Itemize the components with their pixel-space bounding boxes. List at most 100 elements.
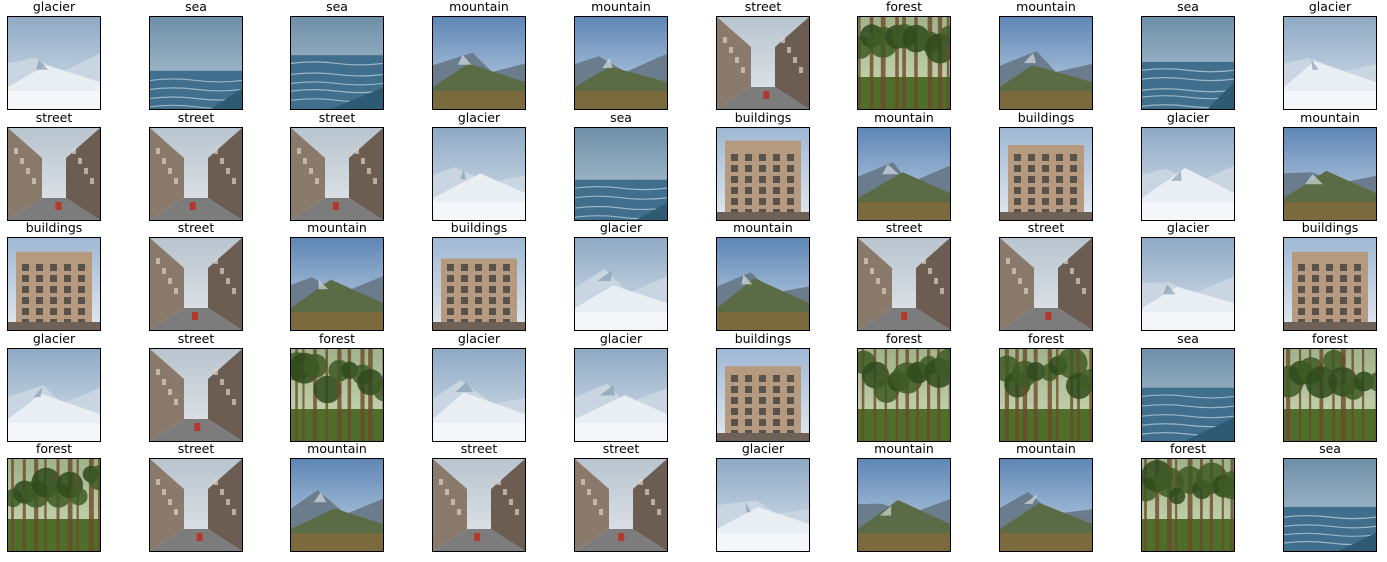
gallery-cell: mountain: [857, 442, 951, 553]
scene-thumbnail: [432, 348, 526, 442]
image-label: mountain: [307, 441, 367, 456]
gallery-cell: mountain: [574, 0, 668, 111]
scene-thumbnail: [1283, 127, 1377, 221]
image-label: sea: [1319, 441, 1341, 456]
image-label: buildings: [734, 331, 792, 346]
scene-thumbnail: [7, 458, 101, 552]
image-grid: glacier sea sea mountain mountain street fores…: [0, 0, 1387, 562]
gallery-cell: sea: [1141, 0, 1235, 111]
gallery-cell: glacier: [432, 332, 526, 443]
image-label: sea: [1177, 0, 1199, 14]
scene-thumbnail: [716, 16, 810, 110]
gallery-cell: street: [857, 221, 951, 332]
scene-thumbnail: [7, 16, 101, 110]
image-label: glacier: [1166, 220, 1210, 235]
scene-thumbnail: [999, 16, 1093, 110]
image-label: street: [602, 441, 640, 456]
scene-thumbnail: [432, 458, 526, 552]
image-label: mountain: [874, 441, 934, 456]
gallery-cell: buildings: [716, 332, 810, 443]
image-label: glacier: [1308, 0, 1352, 14]
gallery-cell: mountain: [999, 442, 1093, 553]
scene-thumbnail: [574, 458, 668, 552]
image-label: sea: [185, 0, 207, 14]
scene-thumbnail: [432, 127, 526, 221]
scene-thumbnail: [574, 127, 668, 221]
image-label: mountain: [307, 220, 367, 235]
gallery-cell: buildings: [432, 221, 526, 332]
scene-thumbnail: [857, 237, 951, 331]
image-label: sea: [1177, 331, 1199, 346]
image-label: street: [744, 0, 782, 14]
scene-thumbnail: [1283, 348, 1377, 442]
scene-thumbnail: [1283, 16, 1377, 110]
image-label: forest: [885, 331, 923, 346]
image-label: buildings: [1301, 220, 1359, 235]
scene-thumbnail: [290, 127, 384, 221]
image-label: glacier: [599, 220, 643, 235]
gallery-cell: forest: [857, 0, 951, 111]
scene-thumbnail: [999, 127, 1093, 221]
scene-thumbnail: [1141, 127, 1235, 221]
image-label: buildings: [450, 220, 508, 235]
scene-thumbnail: [857, 16, 951, 110]
image-label: buildings: [1017, 110, 1075, 125]
gallery-cell: mountain: [999, 0, 1093, 111]
scene-thumbnail: [999, 458, 1093, 552]
image-label: glacier: [599, 331, 643, 346]
image-label: forest: [885, 0, 923, 14]
gallery-cell: glacier: [7, 332, 101, 443]
gallery-cell: glacier: [7, 0, 101, 111]
scene-thumbnail: [999, 237, 1093, 331]
gallery-cell: glacier: [432, 111, 526, 222]
scene-thumbnail: [1141, 458, 1235, 552]
image-label: mountain: [874, 110, 934, 125]
gallery-cell: forest: [857, 332, 951, 443]
image-label: street: [885, 220, 923, 235]
scene-thumbnail: [574, 348, 668, 442]
scene-thumbnail: [716, 127, 810, 221]
scene-thumbnail: [1141, 237, 1235, 331]
scene-thumbnail: [999, 348, 1093, 442]
gallery-cell: street: [290, 111, 384, 222]
image-label: forest: [35, 441, 73, 456]
image-label: glacier: [457, 110, 501, 125]
image-label: forest: [1027, 331, 1065, 346]
gallery-cell: street: [7, 111, 101, 222]
gallery-cell: sea: [290, 0, 384, 111]
scene-thumbnail: [1141, 348, 1235, 442]
gallery-cell: sea: [1283, 442, 1377, 553]
scene-thumbnail: [716, 348, 810, 442]
gallery-cell: street: [149, 111, 243, 222]
image-label: mountain: [733, 220, 793, 235]
gallery-cell: forest: [999, 332, 1093, 443]
scene-thumbnail: [290, 237, 384, 331]
gallery-cell: mountain: [290, 442, 384, 553]
gallery-cell: mountain: [716, 221, 810, 332]
image-label: glacier: [741, 441, 785, 456]
image-label: forest: [1169, 441, 1207, 456]
gallery-cell: glacier: [1283, 0, 1377, 111]
image-label: street: [177, 110, 215, 125]
scene-thumbnail: [716, 237, 810, 331]
gallery-cell: forest: [1141, 442, 1235, 553]
scene-thumbnail: [432, 16, 526, 110]
scene-thumbnail: [290, 458, 384, 552]
scene-thumbnail: [7, 348, 101, 442]
image-label: street: [177, 441, 215, 456]
scene-thumbnail: [574, 16, 668, 110]
gallery-cell: forest: [1283, 332, 1377, 443]
scene-thumbnail: [7, 237, 101, 331]
image-label: mountain: [1016, 441, 1076, 456]
scene-thumbnail: [149, 237, 243, 331]
gallery-cell: forest: [290, 332, 384, 443]
gallery-cell: street: [999, 221, 1093, 332]
image-label: mountain: [591, 0, 651, 14]
scene-thumbnail: [7, 127, 101, 221]
scene-thumbnail: [432, 237, 526, 331]
scene-thumbnail: [716, 458, 810, 552]
gallery-cell: street: [574, 442, 668, 553]
scene-thumbnail: [1283, 458, 1377, 552]
image-label: street: [177, 220, 215, 235]
gallery-cell: forest: [7, 442, 101, 553]
